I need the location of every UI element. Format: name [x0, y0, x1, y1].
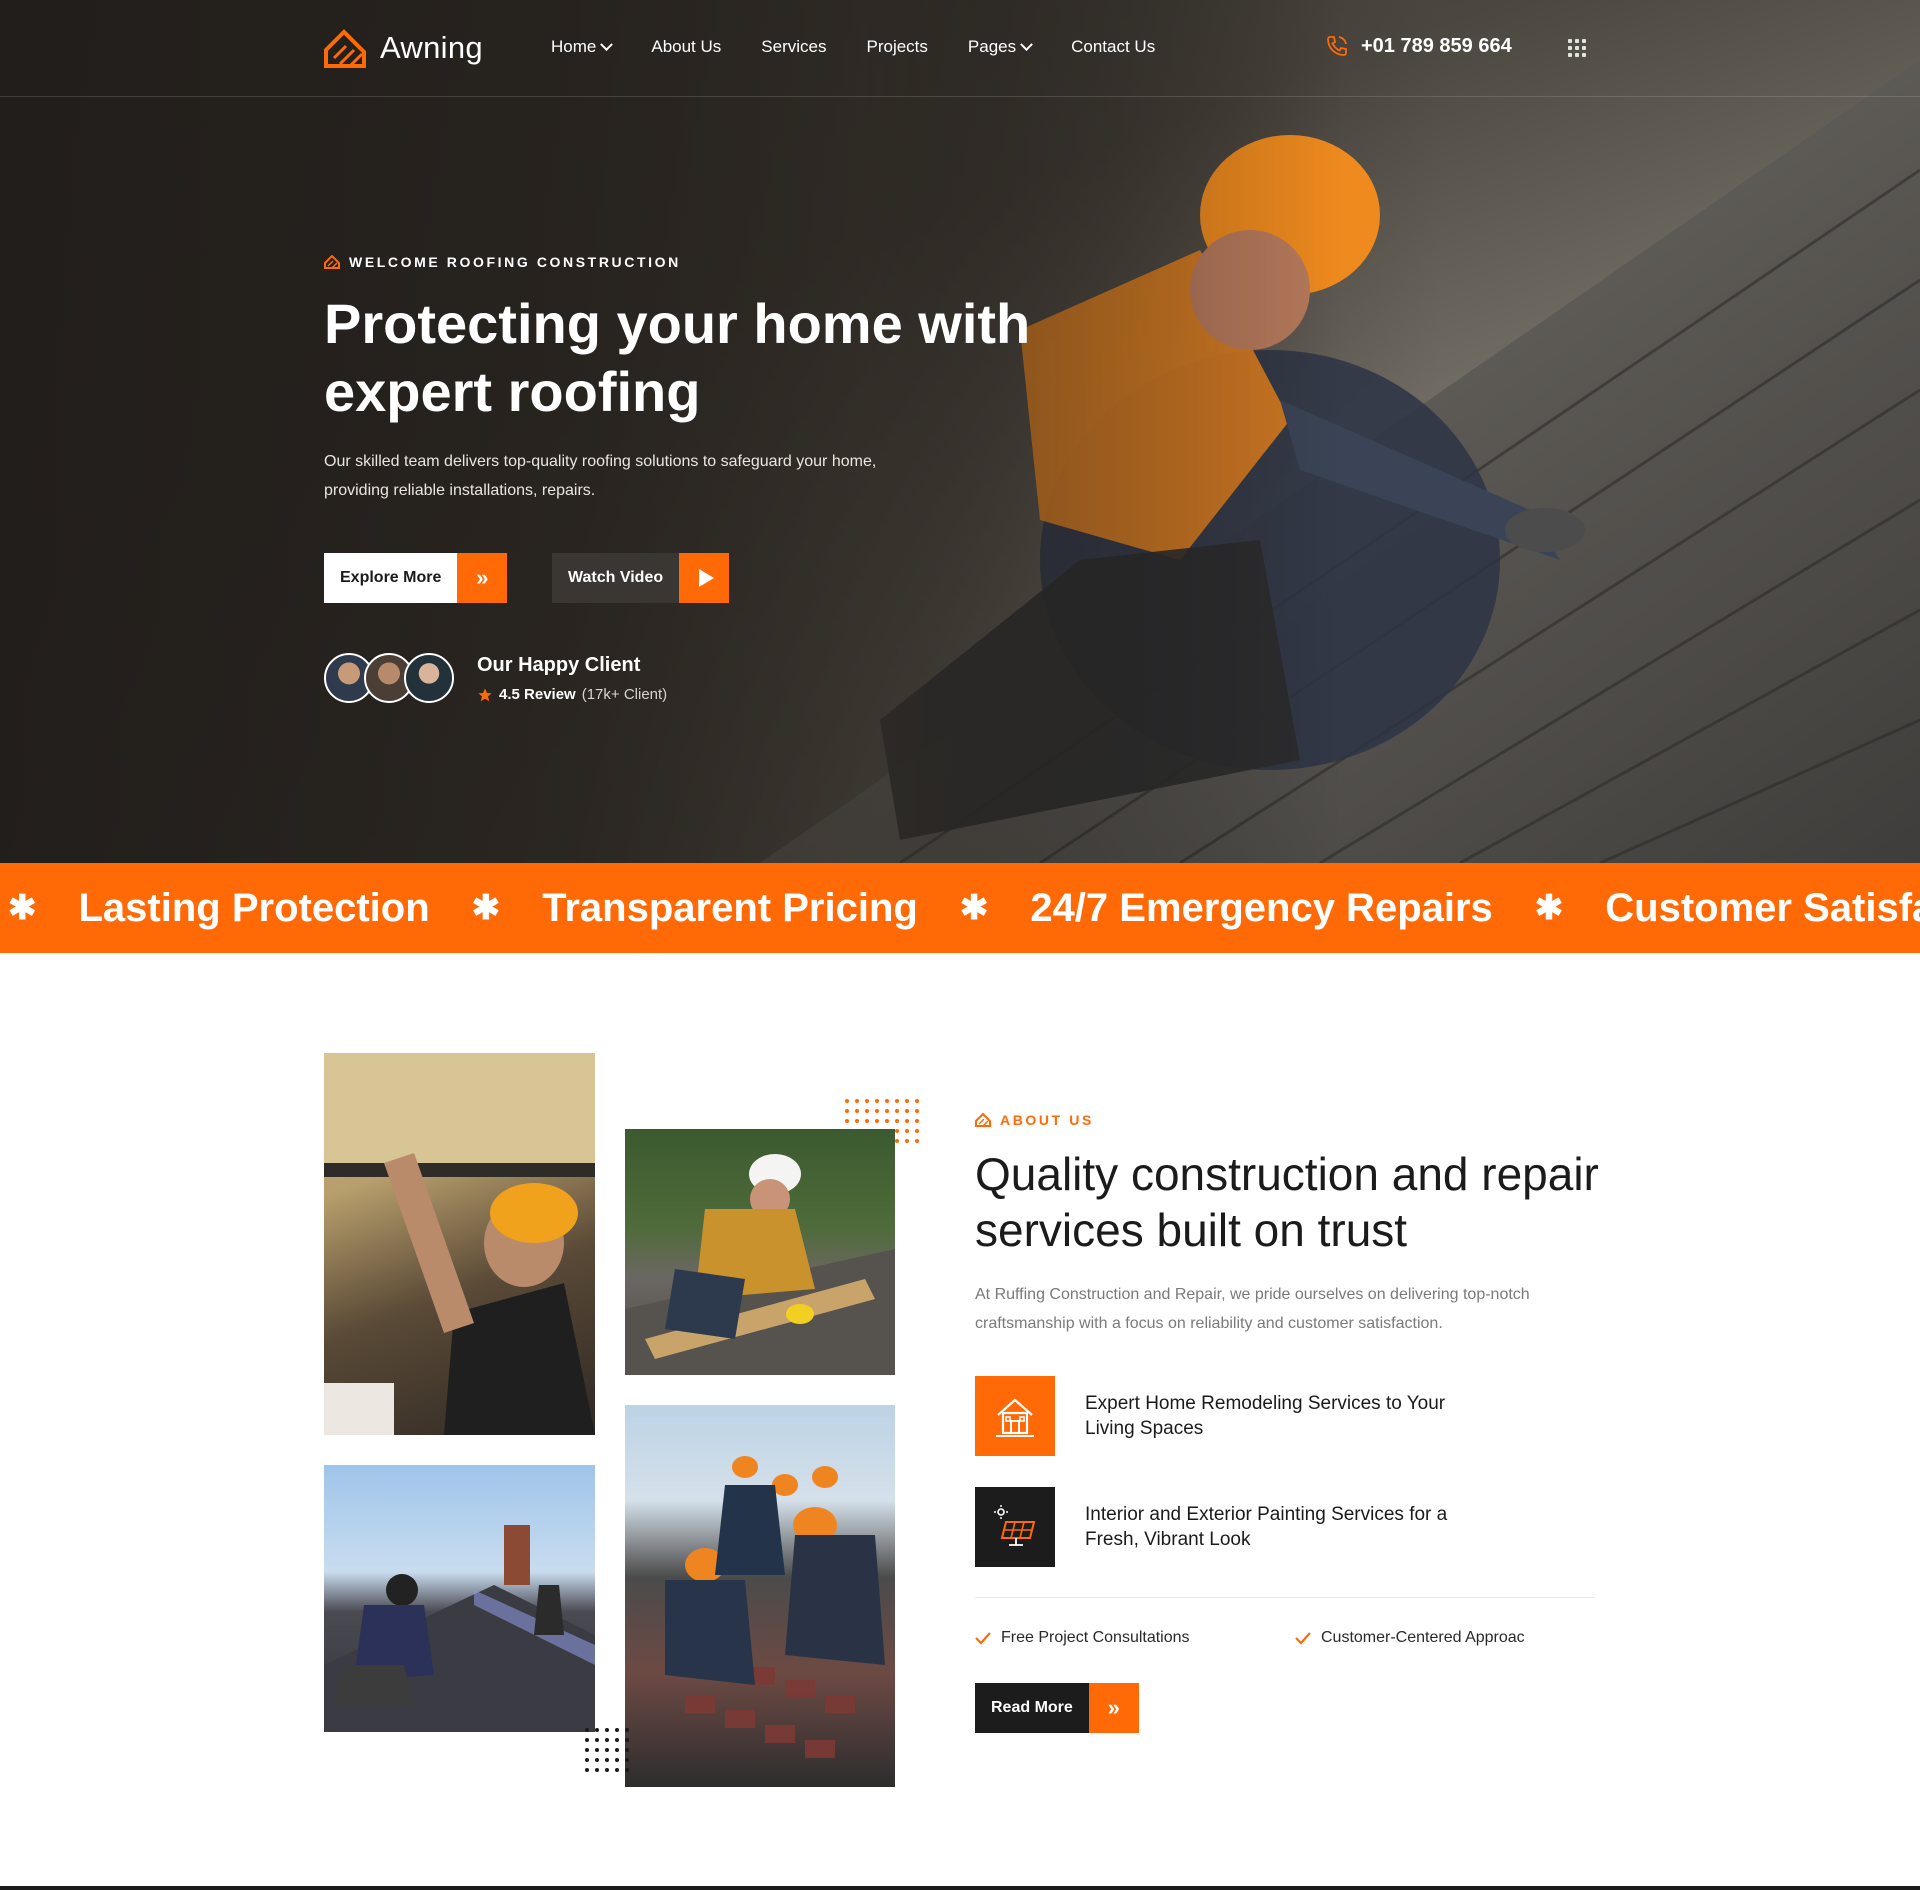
- about-photo-insulation: [324, 1053, 595, 1435]
- checkmark-icon: [975, 1632, 991, 1645]
- about-photo-team: [625, 1405, 895, 1787]
- apps-grid-icon[interactable]: [1568, 39, 1586, 57]
- about-photo-roofer: [625, 1129, 895, 1375]
- review-count: (17k+ Client): [581, 686, 668, 703]
- hero-section: Awning Home About Us Services Projects P…: [0, 0, 1920, 863]
- decorative-dots: [585, 1728, 629, 1772]
- check-item: Free Project Consultations: [975, 1629, 1190, 1647]
- hero-description: Our skilled team delivers top-quality ro…: [324, 453, 877, 499]
- nav-about-label: About Us: [651, 37, 722, 56]
- asterisk-icon: ✱: [1534, 889, 1564, 927]
- brand-logo[interactable]: Awning: [324, 28, 483, 68]
- hero-background-image: [0, 0, 1920, 863]
- marquee-item: Lasting Protection: [78, 885, 430, 930]
- feature-text: Expert Home Remodeling Services to Your …: [1085, 1393, 1446, 1439]
- about-description: At Ruffing Construction and Repair, we p…: [975, 1286, 1530, 1332]
- explore-more-button[interactable]: Explore More »: [324, 553, 508, 603]
- chevron-down-icon: [600, 37, 614, 51]
- roof-mini-icon: [324, 255, 340, 269]
- nav-home[interactable]: Home: [551, 37, 614, 57]
- asterisk-icon: ✱: [471, 889, 501, 927]
- explore-more-label: Explore More: [340, 569, 442, 586]
- feature-item: Expert Home Remodeling Services to Your …: [975, 1376, 1485, 1456]
- nav-pages-label: Pages: [967, 37, 1017, 56]
- phone-icon: [1327, 36, 1347, 56]
- nav-contact-label: Contact Us: [1071, 37, 1156, 56]
- hero-eyebrow: WELCOME ROOFING CONSTRUCTION: [324, 254, 681, 270]
- solar-panel-icon: [975, 1487, 1055, 1567]
- double-chevron-right-icon: »: [1088, 1683, 1139, 1733]
- marquee-item: Transparent Pricing: [542, 885, 918, 930]
- nav-projects[interactable]: Projects: [866, 37, 927, 57]
- awning-logo-icon: [324, 29, 366, 68]
- review-summary: 4.5 Review (17k+ Client): [477, 686, 667, 703]
- chevron-down-icon: [1020, 37, 1033, 51]
- phone-number: +01 789 859 664: [1361, 34, 1512, 57]
- divider: [975, 1597, 1595, 1598]
- roof-mini-icon: [975, 1113, 991, 1127]
- marquee-banner: ✱ Lasting Protection ✱ Transparent Prici…: [0, 863, 1920, 953]
- hero-eyebrow-text: WELCOME ROOFING CONSTRUCTION: [349, 254, 681, 270]
- watch-video-label: Watch Video: [568, 569, 664, 586]
- star-icon: [478, 687, 492, 701]
- nav-services[interactable]: Services: [761, 37, 826, 57]
- read-more-label: Read More: [991, 1699, 1073, 1716]
- avatar: [404, 653, 454, 703]
- top-navigation: Awning Home About Us Services Projects P…: [0, 0, 1920, 97]
- happy-client-title: Our Happy Client: [477, 654, 641, 676]
- house-icon: [975, 1376, 1055, 1456]
- check-label: Customer-Centered Approac: [1321, 1629, 1525, 1646]
- nav-contact-us[interactable]: Contact Us: [1071, 37, 1155, 57]
- hero-title: Protecting your home with expert roofing: [324, 292, 1031, 423]
- about-photo-shingles: [324, 1465, 595, 1732]
- check-item: Customer-Centered Approac: [1295, 1629, 1525, 1647]
- about-eyebrow: ABOUT US: [975, 1112, 1094, 1128]
- marquee-item: 24/7 Emergency Repairs: [1030, 885, 1493, 930]
- double-chevron-right-icon: »: [457, 553, 508, 603]
- feature-text: Interior and Exterior Painting Services …: [1085, 1504, 1448, 1550]
- decorative-dots: [845, 1099, 919, 1143]
- nav-home-label: Home: [551, 37, 597, 56]
- nav-pages[interactable]: Pages: [967, 37, 1033, 57]
- next-section-edge: [0, 1886, 1920, 1890]
- marquee-item: Customer Satisfac: [1605, 885, 1920, 930]
- nav-projects-label: Projects: [866, 37, 928, 56]
- play-icon: [679, 553, 730, 603]
- checkmark-icon: [1295, 1632, 1311, 1645]
- about-eyebrow-text: ABOUT US: [1000, 1112, 1094, 1128]
- check-label: Free Project Consultations: [1001, 1629, 1190, 1646]
- main-menu: Home About Us Services Projects Pages Co…: [551, 37, 1155, 57]
- watch-video-button[interactable]: Watch Video: [552, 553, 730, 603]
- read-more-button[interactable]: Read More »: [975, 1683, 1139, 1733]
- nav-services-label: Services: [761, 37, 827, 56]
- about-title: Quality construction and repair services…: [975, 1148, 1599, 1256]
- asterisk-icon: ✱: [959, 889, 989, 927]
- nav-about-us[interactable]: About Us: [651, 37, 721, 57]
- brand-name: Awning: [380, 30, 483, 65]
- feature-item: Interior and Exterior Painting Services …: [975, 1487, 1485, 1567]
- client-avatars: [324, 653, 456, 705]
- review-score: 4.5 Review: [499, 686, 576, 703]
- asterisk-icon: ✱: [8, 889, 37, 927]
- header-phone[interactable]: +01 789 859 664: [1325, 34, 1512, 58]
